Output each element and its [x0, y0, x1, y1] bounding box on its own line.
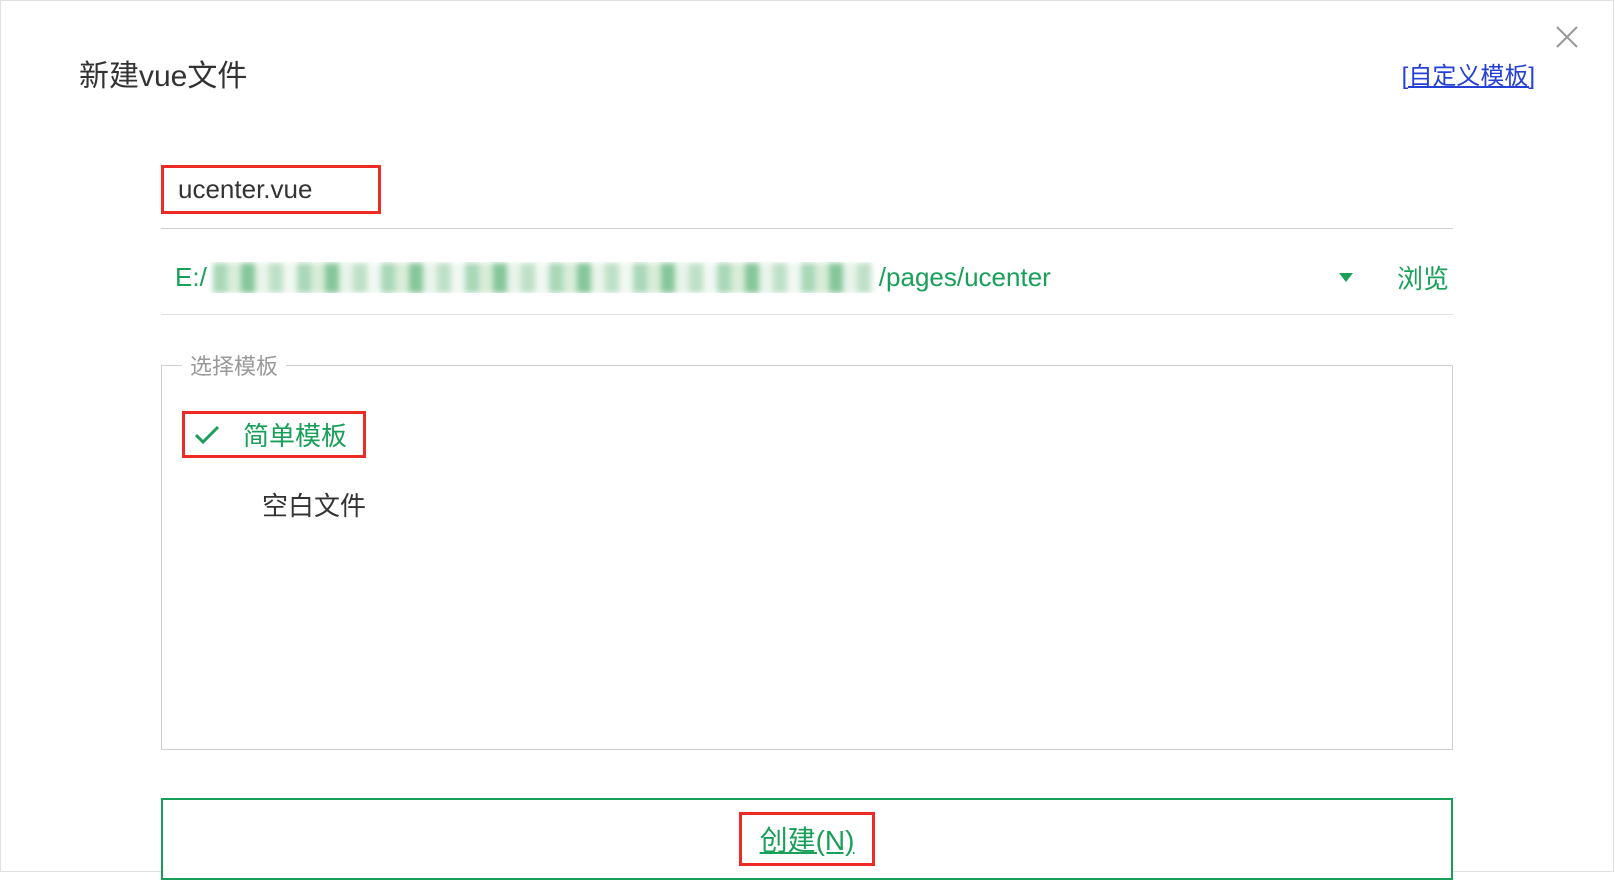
create-button[interactable]: 创建(N) — [161, 798, 1453, 880]
path-prefix: E:/ — [175, 262, 207, 293]
template-item-blank[interactable]: 空白文件 — [176, 480, 1438, 529]
template-fieldset: 选择模板 简单模板 空白文件 — [161, 349, 1453, 750]
dropdown-caret-icon[interactable] — [1339, 273, 1353, 282]
highlight-box: 简单模板 — [182, 411, 366, 458]
template-item-simple[interactable]: 简单模板 — [176, 405, 1438, 464]
filename-row — [161, 165, 1453, 229]
close-icon — [1555, 25, 1579, 49]
browse-button[interactable]: 浏览 — [1393, 259, 1453, 296]
check-icon — [191, 425, 223, 445]
path-display[interactable]: E:/ /pages/ucenter — [175, 262, 1313, 293]
dialog-body: E:/ /pages/ucenter 浏览 选择模板 简单模板 空白文件 创建(… — [1, 95, 1613, 880]
template-label: 简单模板 — [243, 416, 347, 453]
create-button-label: 创建(N) — [739, 812, 876, 866]
filename-input[interactable] — [161, 165, 381, 214]
path-redacted — [213, 263, 873, 293]
close-button[interactable] — [1549, 19, 1585, 55]
path-suffix: /pages/ucenter — [879, 262, 1051, 293]
dialog-header: 新建vue文件 [自定义模板] — [1, 1, 1613, 95]
create-row: 创建(N) — [161, 798, 1453, 880]
dialog-title: 新建vue文件 — [79, 51, 247, 95]
template-legend: 选择模板 — [182, 349, 286, 381]
template-label: 空白文件 — [182, 486, 366, 523]
custom-template-link[interactable]: [自定义模板] — [1402, 56, 1535, 91]
path-row: E:/ /pages/ucenter 浏览 — [161, 259, 1453, 315]
